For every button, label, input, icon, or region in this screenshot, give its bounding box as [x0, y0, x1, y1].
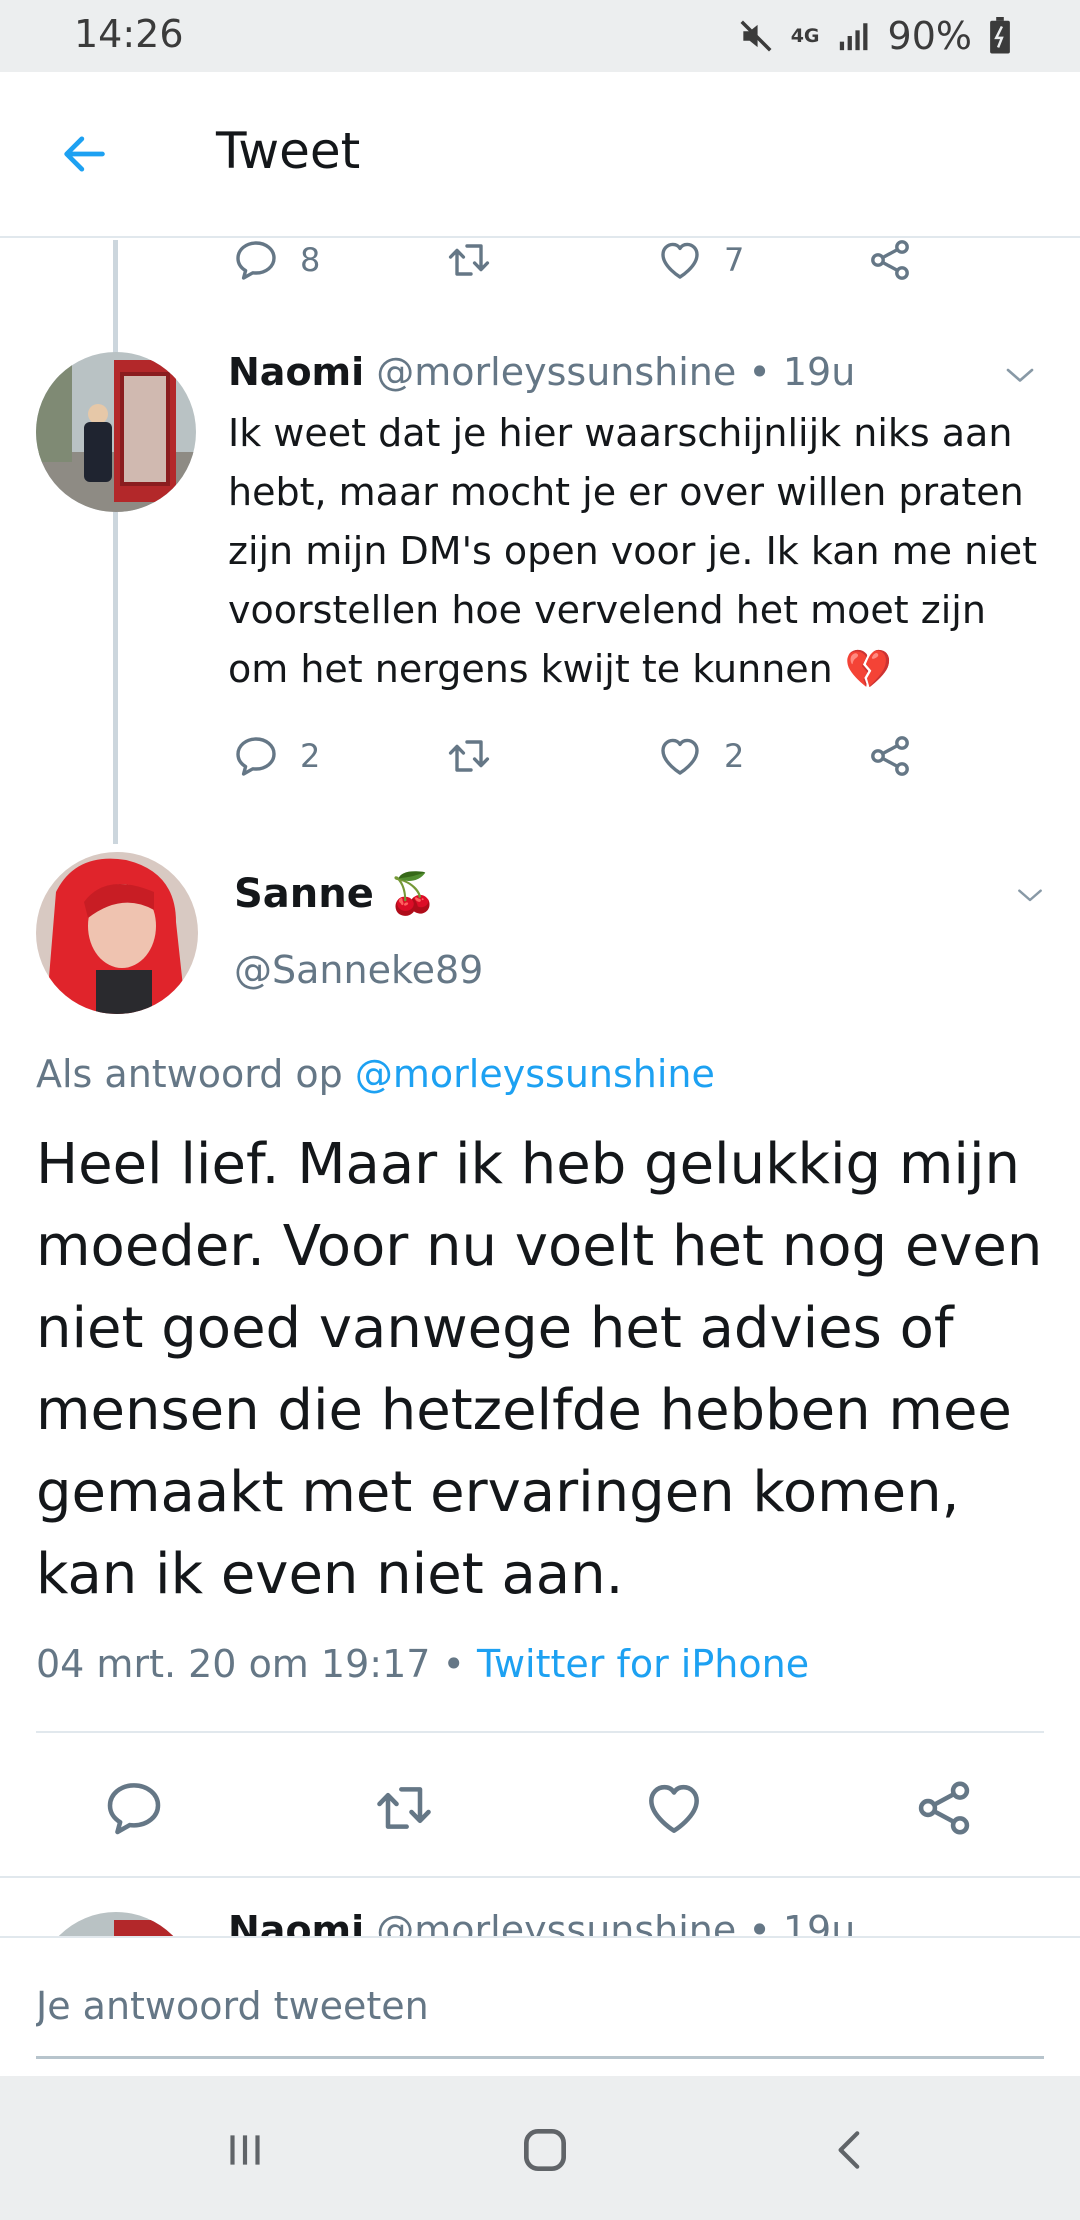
status-bar: 14:26 4G 90%	[0, 0, 1080, 72]
network-type: 4G	[790, 25, 820, 47]
reply-icon	[232, 732, 280, 780]
like-action[interactable]: 2	[656, 732, 744, 780]
back-nav-button[interactable]	[806, 2108, 896, 2192]
reply-context-prefix: Als antwoord op	[36, 1052, 343, 1096]
like-button[interactable]	[642, 1776, 706, 1840]
display-name-row: Sanne 🍒	[234, 870, 438, 918]
retweet-button[interactable]	[370, 1776, 438, 1840]
signal-icon	[836, 19, 872, 53]
tweet-source-link[interactable]: Twitter for iPhone	[477, 1642, 809, 1686]
reply-action[interactable]: 2	[232, 732, 320, 780]
separator-dot: •	[748, 1908, 771, 1936]
mute-icon	[737, 17, 775, 55]
retweet-action[interactable]	[444, 732, 494, 780]
user-handle[interactable]: @Sanneke89	[234, 948, 483, 992]
divider	[36, 1731, 1044, 1733]
share-action[interactable]	[866, 732, 914, 780]
name-emoji: 🍒	[387, 871, 438, 917]
thread-line	[113, 240, 118, 844]
chevron-down-icon[interactable]	[1010, 880, 1050, 912]
retweet-icon	[444, 236, 494, 284]
recent-apps-button[interactable]	[200, 2108, 290, 2192]
reply-context: Als antwoord op @morleyssunshine	[36, 1052, 715, 1096]
reply-count: 2	[300, 737, 321, 775]
user-handle[interactable]: @morleyssunshine	[376, 350, 736, 394]
reply-to-link[interactable]: @morleyssunshine	[355, 1052, 715, 1096]
tweet-meta: 04 mrt. 20 om 19:17 • Twitter for iPhone	[36, 1642, 809, 1686]
chevron-down-icon[interactable]	[998, 358, 1042, 394]
reply-input-underline	[36, 2056, 1044, 2059]
like-action[interactable]: 7	[656, 236, 744, 284]
like-icon	[656, 236, 704, 284]
reply-action[interactable]: 8	[232, 236, 320, 284]
tweet-text: Ik weet dat je hier waarschijnlijk niks …	[228, 411, 1038, 691]
page-title: Tweet	[216, 122, 361, 180]
back-icon	[826, 2125, 876, 2175]
reply-button[interactable]	[102, 1776, 166, 1840]
reply-icon	[102, 1776, 166, 1840]
back-button[interactable]	[48, 118, 120, 190]
display-name[interactable]: Sanne	[234, 871, 374, 917]
recent-apps-icon	[220, 2125, 270, 2175]
tweet-time: 19u	[782, 1908, 856, 1936]
retweet-action[interactable]	[444, 236, 494, 284]
battery-percent: 90%	[887, 14, 972, 58]
like-icon	[656, 732, 704, 780]
retweet-icon	[444, 732, 494, 780]
app-header: Tweet	[0, 72, 1080, 238]
display-name[interactable]: Naomi	[228, 1908, 364, 1936]
share-icon	[866, 236, 914, 284]
navigation-bar	[0, 2076, 1080, 2220]
user-handle[interactable]: @morleyssunshine	[376, 1908, 736, 1936]
share-button[interactable]	[912, 1776, 976, 1840]
reply-tweet-header: Naomi @morleyssunshine • 19u	[228, 350, 855, 394]
back-arrow-icon	[58, 128, 110, 180]
battery-icon	[988, 17, 1012, 55]
reply-icon	[232, 236, 280, 284]
reply-composer	[0, 1936, 1080, 2076]
share-icon	[866, 732, 914, 780]
like-count: 2	[724, 737, 745, 775]
status-time: 14:26	[74, 12, 184, 56]
home-button[interactable]	[500, 2108, 590, 2192]
avatar[interactable]	[36, 1912, 196, 1936]
divider	[0, 1876, 1080, 1878]
home-icon	[517, 2122, 573, 2178]
tweet-text: Heel lief. Maar ik heb gelukkig mijn moe…	[36, 1132, 1043, 1607]
display-name[interactable]: Naomi	[228, 350, 364, 394]
avatar[interactable]	[36, 352, 196, 512]
next-tweet-preview[interactable]: Naomi @morleyssunshine • 19u	[0, 1880, 1080, 1936]
status-icons: 4G 90%	[737, 14, 1012, 58]
separator-dot: •	[442, 1642, 465, 1686]
like-icon	[642, 1776, 706, 1840]
share-icon	[912, 1776, 976, 1840]
like-count: 7	[724, 241, 745, 279]
avatar[interactable]	[36, 852, 198, 1014]
share-action[interactable]	[866, 236, 914, 284]
retweet-icon	[370, 1776, 438, 1840]
tweet-timestamp: 04 mrt. 20 om 19:17	[36, 1642, 431, 1686]
separator-dot: •	[748, 350, 771, 394]
tweet-time: 19u	[782, 350, 856, 394]
next-tweet-header: Naomi @morleyssunshine • 19u	[228, 1908, 855, 1936]
reply-count: 8	[300, 241, 321, 279]
reply-input[interactable]	[36, 1974, 1044, 2038]
